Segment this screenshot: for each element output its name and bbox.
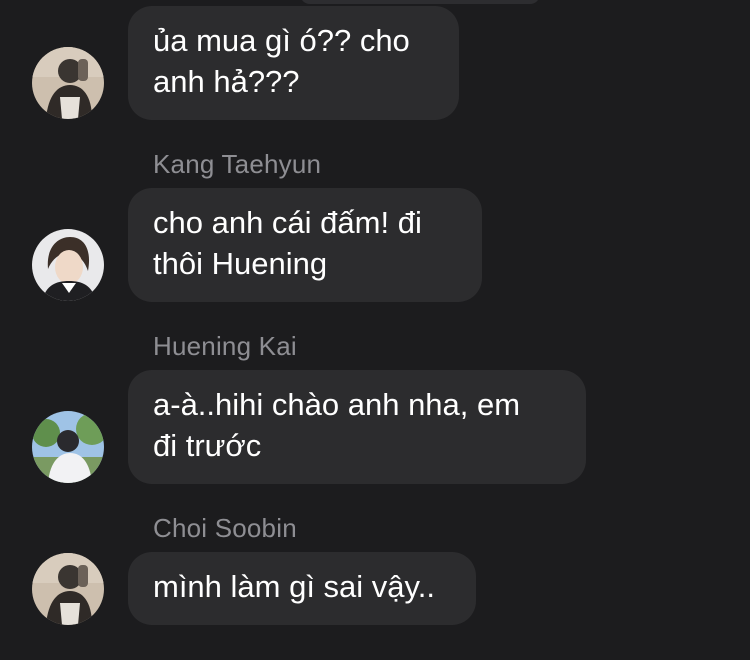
previous-message-bubble-edge: [300, 0, 540, 4]
message-line: thôi Huening: [153, 246, 328, 281]
message-bubble[interactable]: mình làm gì sai vậy..: [128, 552, 476, 625]
message-line: ủa mua gì ó?? cho: [153, 23, 410, 58]
message-line: cho anh cái đấm! đi: [153, 205, 422, 240]
message-bubble[interactable]: a-à..hihi chào anh nha, em đi trước: [128, 370, 586, 484]
sender-name: Kang Taehyun: [153, 149, 322, 179]
message-line: mình làm gì sai vậy..: [153, 569, 435, 604]
message-line: đi trước: [153, 428, 262, 463]
soobin-avatar[interactable]: [32, 47, 104, 119]
message-line: anh hả???: [153, 64, 300, 99]
message-bubble[interactable]: cho anh cái đấm! đi thôi Huening: [128, 188, 482, 302]
sender-name: Huening Kai: [153, 331, 297, 361]
hueningkai-avatar[interactable]: [32, 411, 104, 483]
sender-name: Choi Soobin: [153, 513, 297, 543]
message-bubble[interactable]: ủa mua gì ó?? cho anh hả???: [128, 6, 459, 120]
taehyun-avatar[interactable]: [32, 229, 104, 301]
soobin-avatar[interactable]: [32, 553, 104, 625]
message-line: a-à..hihi chào anh nha, em: [153, 387, 521, 422]
